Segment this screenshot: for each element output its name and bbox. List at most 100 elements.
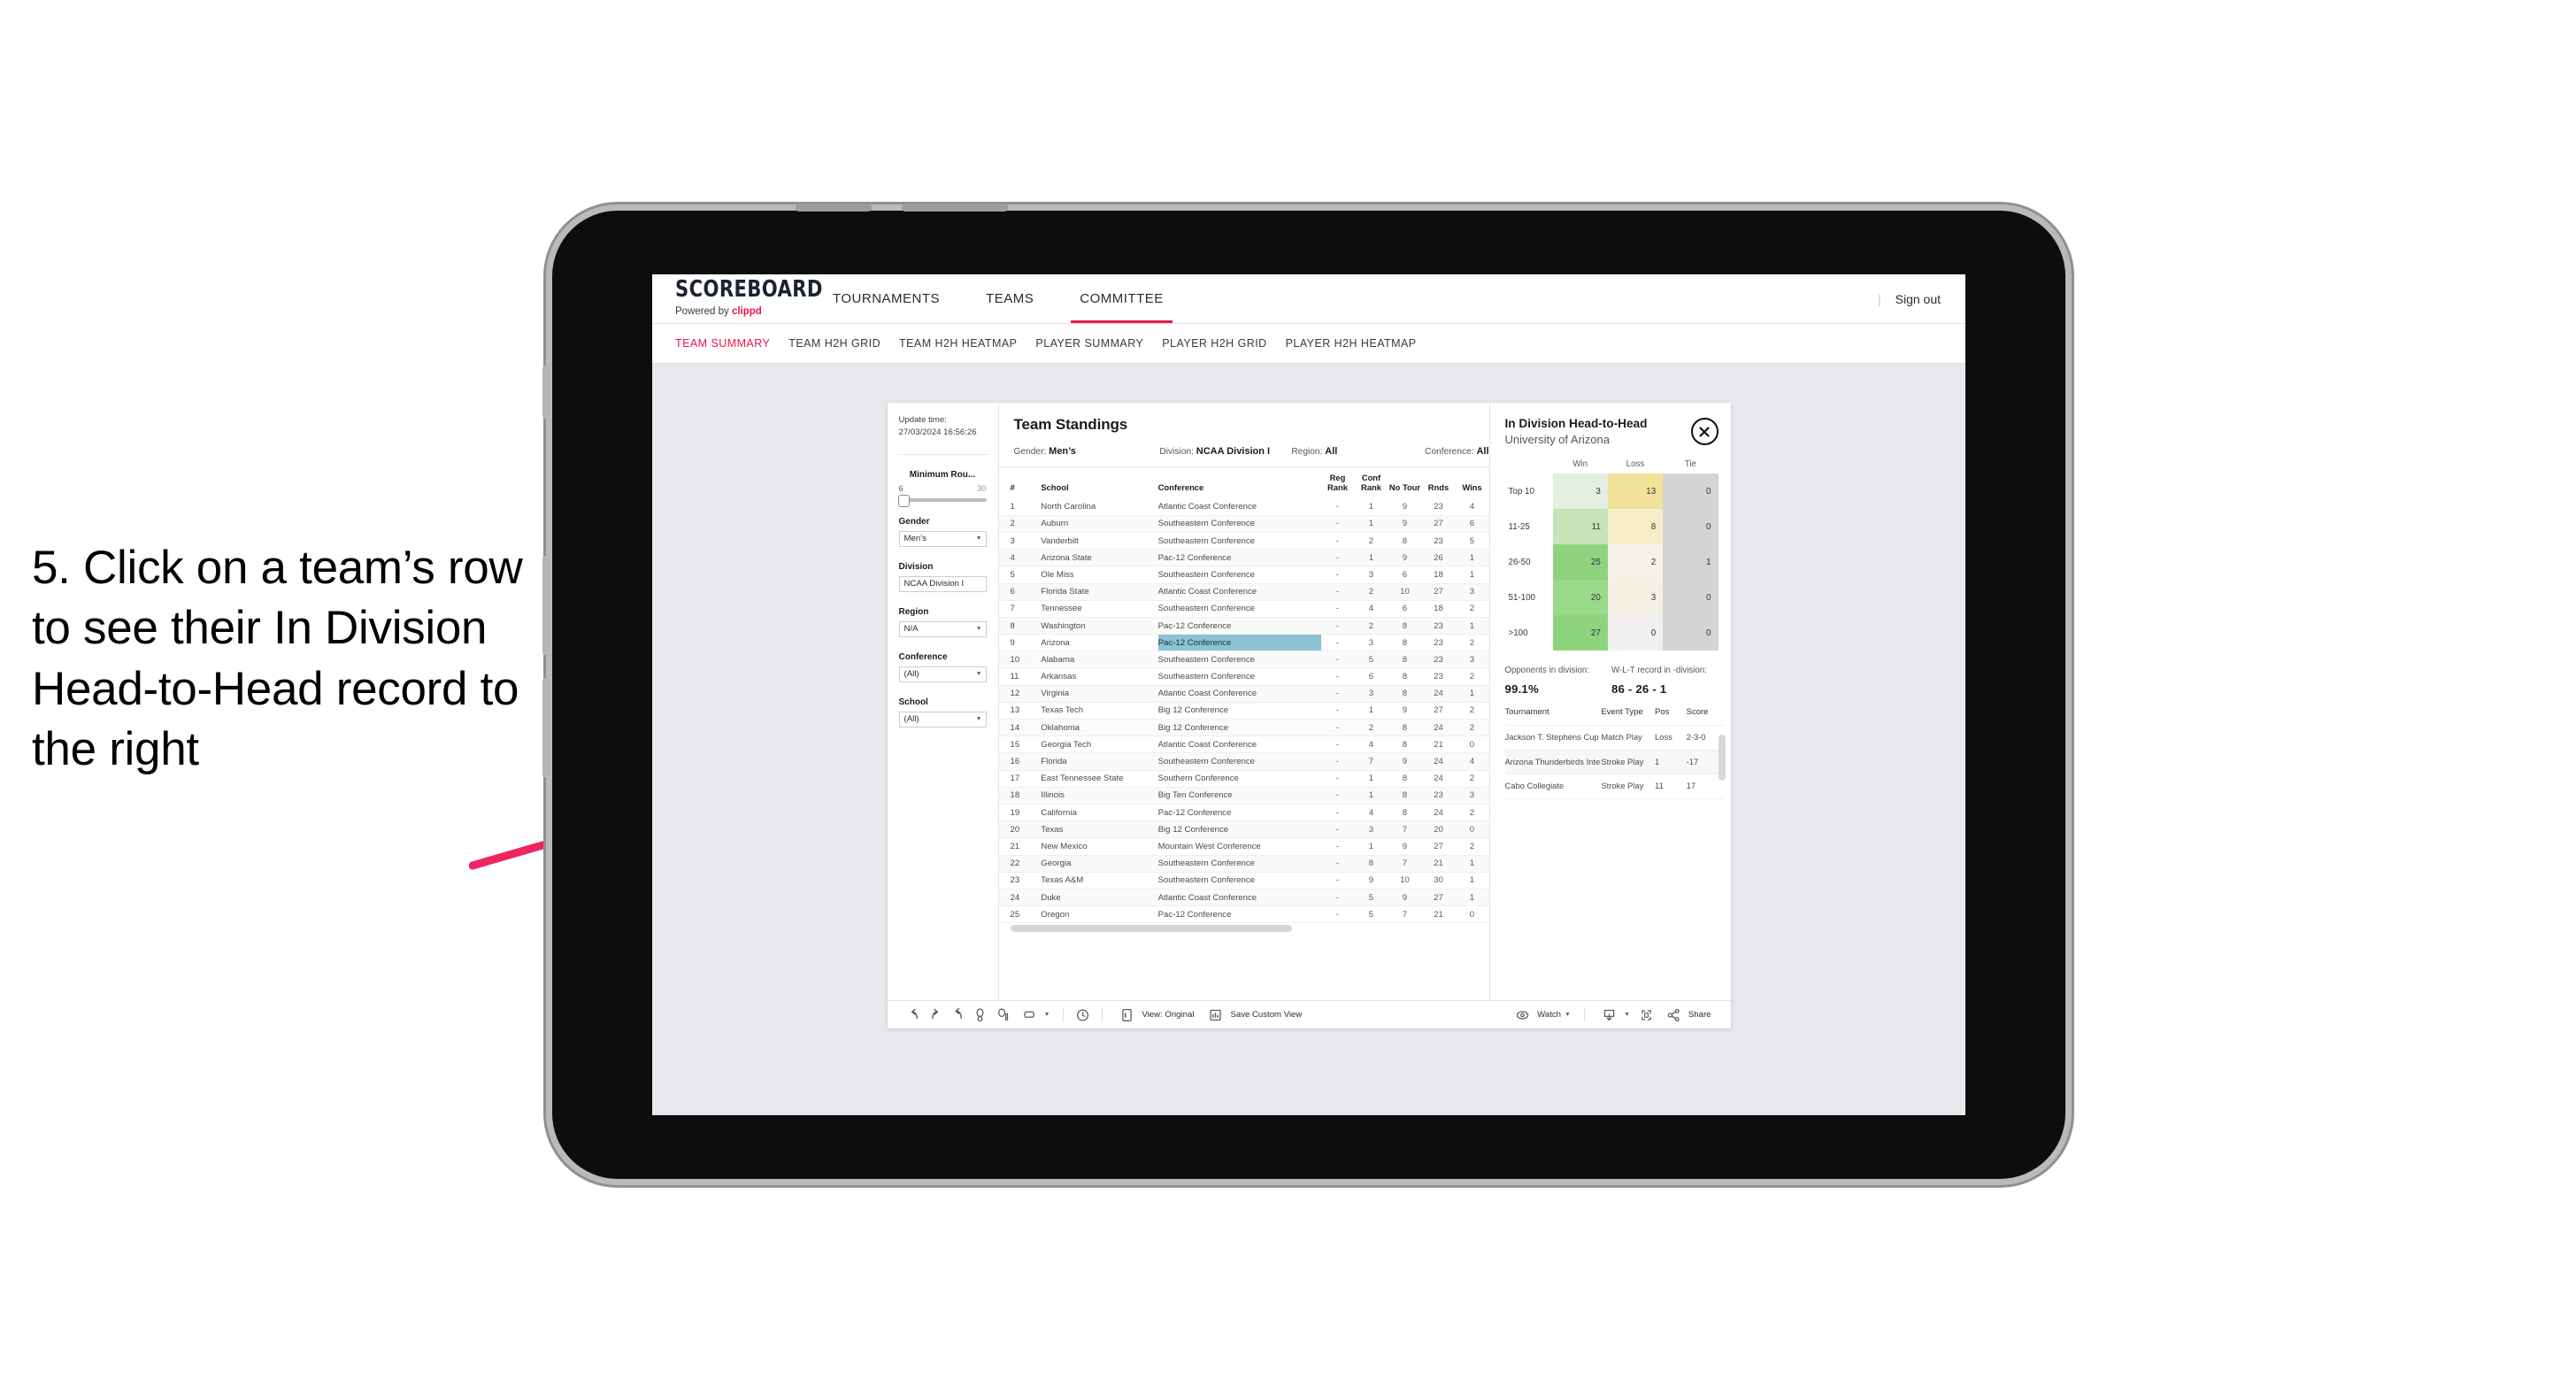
revert-icon[interactable]: [947, 1005, 969, 1025]
table-row[interactable]: 5 Ole Miss Southeastern Conference -3 6 18 1: [998, 566, 1489, 584]
table-row[interactable]: 23 Texas A&M Southeastern Conference -9 10 30…: [998, 872, 1489, 889]
h2h-row-label: 11-25: [1504, 509, 1553, 545]
col-reg-rank[interactable]: Reg Rank: [1321, 467, 1355, 499]
highlight-icon[interactable]: ▼: [1013, 1005, 1056, 1025]
download-button[interactable]: ▼: [1593, 1005, 1635, 1025]
nav-item-teams[interactable]: TEAMS: [963, 274, 1057, 323]
nav-item-tournaments[interactable]: TOURNAMENTS: [810, 274, 963, 323]
school-select[interactable]: (All) ▼: [898, 711, 987, 728]
save-custom-view-label: Save Custom View: [1230, 1010, 1303, 1020]
list-item[interactable]: Cabo Collegiate Stroke Play 11 17: [1504, 774, 1724, 800]
row-school: Arizona State: [1041, 549, 1158, 567]
row-conference: Southeastern Conference: [1157, 668, 1321, 686]
row-conference: Southeastern Conference: [1157, 855, 1321, 873]
table-row[interactable]: 16 Florida Southeastern Conference -7 9 24 4: [998, 752, 1489, 771]
region-select[interactable]: N/A ▼: [898, 620, 987, 637]
table-row[interactable]: 6 Florida State Atlantic Coast Conference -…: [998, 583, 1489, 601]
subnav-item-team-h2h-heatmap[interactable]: TEAM H2H HEATMAP: [899, 337, 1035, 350]
table-row[interactable]: 1 North Carolina Atlantic Coast Conference…: [998, 498, 1489, 516]
subnav-item-player-summary[interactable]: PLAYER SUMMARY: [1035, 337, 1162, 350]
row-rnds: 27: [1421, 583, 1456, 601]
table-row[interactable]: 14 Oklahoma Big 12 Conference -2 8 24 2: [998, 719, 1489, 737]
table-row[interactable]: 3 Vanderbilt Southeastern Conference -2 8 23 5: [998, 532, 1489, 551]
sign-out-link[interactable]: Sign out: [1895, 292, 1941, 306]
region-value: N/A: [904, 624, 919, 635]
table-row[interactable]: 8 Washington Pac-12 Conference -2 8 23 1: [998, 617, 1489, 635]
undo-icon[interactable]: [903, 1005, 925, 1025]
conference-select[interactable]: (All) ▼: [898, 666, 987, 682]
row-conf-rank: 4: [1354, 804, 1388, 822]
alerts-icon[interactable]: [1072, 1005, 1094, 1025]
tournament-header-row: Tournament Event Type Pos Score: [1504, 707, 1724, 727]
table-row[interactable]: 7 Tennessee Southeastern Conference -4 6 18 2: [998, 600, 1489, 618]
col-no-tour[interactable]: No Tour: [1388, 467, 1421, 499]
table-row[interactable]: 18 Illinois Big Ten Conference -1 8 23 3: [998, 787, 1489, 805]
school-value: (All): [904, 714, 919, 725]
col-conference[interactable]: Conference: [1158, 467, 1321, 499]
meta-gender: Gender: Men’s: [1014, 446, 1160, 457]
row-no-tour: 9: [1388, 498, 1422, 516]
nav-item-committee[interactable]: COMMITTEE: [1057, 274, 1187, 323]
col-wins[interactable]: Wins: [1455, 467, 1488, 499]
table-row[interactable]: 10 Alabama Southeastern Conference -5 8 23 3: [998, 651, 1489, 669]
table-row[interactable]: 9 Arizona Pac-12 Conference -3 8 23 2: [998, 634, 1489, 652]
list-item[interactable]: Arizona Thunderbirds IntercollegiateStro…: [1504, 750, 1724, 775]
subnav-item-team-summary[interactable]: TEAM SUMMARY: [675, 337, 788, 350]
subnav-item-player-h2h-grid[interactable]: PLAYER H2H GRID: [1162, 337, 1285, 350]
slider-handle[interactable]: [897, 494, 910, 507]
horizontal-scrollbar-track[interactable]: [998, 923, 1489, 936]
table-row[interactable]: 12 Virginia Atlantic Coast Conference -3 8 24…: [998, 685, 1489, 703]
col-rnds[interactable]: Rnds: [1421, 467, 1455, 499]
table-row[interactable]: 2 Auburn Southeastern Conference -1 9 27 6: [998, 515, 1489, 534]
share-label: Share: [1688, 1010, 1711, 1020]
pause-updates-icon[interactable]: [991, 1005, 1013, 1025]
table-row[interactable]: 25 Oregon Pac-12 Conference -5 7 21 0: [998, 905, 1489, 924]
horizontal-scrollbar-thumb[interactable]: [1010, 925, 1292, 933]
refresh-data-icon[interactable]: [969, 1005, 991, 1025]
division-select[interactable]: NCAA Division I: [898, 575, 987, 592]
table-row[interactable]: 24 Duke Atlantic Coast Conference -5 9 27 1: [998, 889, 1489, 907]
row-conf-rank: 4: [1354, 600, 1388, 618]
row-wins: 2: [1455, 804, 1489, 822]
row-rank: 2: [998, 515, 1042, 534]
close-icon[interactable]: [1690, 418, 1719, 445]
vertical-scrollbar-thumb[interactable]: [1718, 735, 1726, 782]
row-no-tour: 9: [1388, 837, 1422, 856]
table-row[interactable]: 19 California Pac-12 Conference -4 8 24 2: [998, 804, 1489, 822]
h2h-col-win: Win: [1573, 458, 1588, 469]
col-rank[interactable]: #: [999, 467, 1042, 499]
table-row[interactable]: 11 Arkansas Southeastern Conference -6 8 23 2: [998, 668, 1489, 686]
table-row[interactable]: 22 Georgia Southeastern Conference -8 7 21 1: [998, 855, 1489, 873]
bottom-toolbar: ▼ View: Original Save Custom View Watch …: [887, 1000, 1731, 1028]
col-conf-rank[interactable]: Conf Rank: [1354, 467, 1388, 499]
dashboard-sheet: Update time: 27/03/2024 16:56:26 Minimum…: [887, 403, 1731, 1028]
row-no-tour: 7: [1388, 905, 1422, 924]
redo-icon[interactable]: [925, 1005, 947, 1025]
share-button[interactable]: Share: [1657, 1005, 1717, 1025]
col-school[interactable]: School: [1041, 467, 1157, 499]
watch-label: Watch: [1537, 1010, 1562, 1020]
row-conf-rank: 1: [1354, 770, 1388, 788]
subnav-item-team-h2h-grid[interactable]: TEAM H2H GRID: [788, 337, 899, 350]
table-row[interactable]: 21 New Mexico Mountain West Conference -1 9 2…: [998, 837, 1489, 856]
standings-header-row: # School Conference Reg Rank Conf Rank N…: [999, 467, 1489, 499]
subnav-item-player-h2h-heatmap[interactable]: PLAYER H2H HEATMAP: [1286, 337, 1435, 350]
list-item[interactable]: Jackson T. Stephens Cup - Men’s Match Pl…: [1504, 725, 1724, 751]
filter-gender: Gender Men’s ▼: [888, 517, 998, 547]
fullscreen-icon[interactable]: [1635, 1005, 1657, 1025]
watch-button[interactable]: Watch ▼: [1506, 1005, 1576, 1025]
row-conf-rank: 1: [1354, 702, 1388, 720]
minimum-rounds-slider[interactable]: [897, 494, 987, 507]
row-conference: Southeastern Conference: [1157, 651, 1321, 669]
app-logo[interactable]: SCOREBOARD Powered by clippd: [652, 274, 822, 323]
view-original-button[interactable]: View: Original: [1111, 1005, 1199, 1025]
save-custom-view-button[interactable]: Save Custom View: [1199, 1005, 1307, 1025]
table-row[interactable]: 17 East Tennessee State Southern Conferenc…: [998, 770, 1489, 788]
row-rnds: 27: [1421, 837, 1456, 856]
table-row[interactable]: 4 Arizona State Pac-12 Conference -1 9 26 1: [998, 549, 1489, 567]
gender-select[interactable]: Men’s ▼: [898, 530, 987, 547]
table-row[interactable]: 13 Texas Tech Big 12 Conference -1 9 27 2: [998, 702, 1489, 720]
table-row[interactable]: 20 Texas Big 12 Conference -3 7 20 0: [998, 820, 1489, 839]
table-row[interactable]: 15 Georgia Tech Atlantic Coast Conference -…: [998, 735, 1489, 754]
row-rnds: 20: [1421, 820, 1456, 839]
